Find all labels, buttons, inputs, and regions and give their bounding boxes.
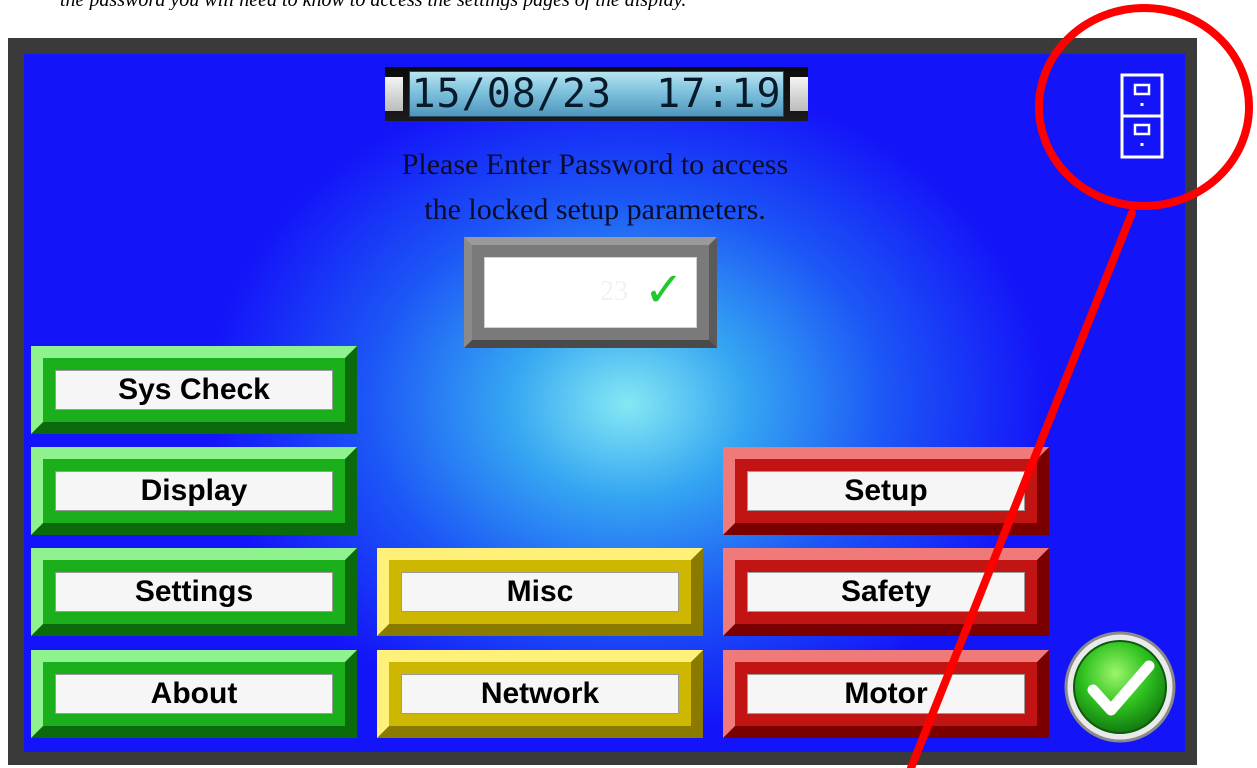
clock-face: 15/08/23 17:19	[409, 71, 784, 117]
sys-check-label: Sys Check	[55, 370, 333, 410]
cabinet-drawer-icon[interactable]	[1120, 73, 1164, 159]
password-prompt: Please Enter Password to access the lock…	[300, 142, 890, 232]
setup-button[interactable]: Setup	[723, 447, 1049, 535]
date-text: 15/08/23	[411, 71, 613, 117]
prompt-line-1: Please Enter Password to access	[401, 148, 789, 181]
settings-button[interactable]: Settings	[31, 548, 357, 636]
ok-checkmark-button[interactable]	[1063, 630, 1177, 744]
prompt-line-2: the locked setup parameters.	[424, 193, 766, 226]
safety-label: Safety	[747, 572, 1025, 612]
password-entry-frame[interactable]: 23 ✓	[464, 237, 717, 348]
password-input[interactable]: 23 ✓	[484, 257, 697, 328]
document-caption: the password you will need to know to ac…	[60, 0, 760, 10]
checkmark-icon: ✓	[643, 262, 684, 318]
time-text: 17:19	[656, 71, 782, 117]
safety-button[interactable]: Safety	[723, 548, 1049, 636]
datetime-display: 15/08/23 17:19	[385, 67, 808, 121]
network-button[interactable]: Network	[377, 650, 703, 738]
sys-check-button[interactable]: Sys Check	[31, 346, 357, 434]
display-button[interactable]: Display	[31, 447, 357, 535]
clock-right-cap	[790, 77, 808, 111]
about-button[interactable]: About	[31, 650, 357, 738]
about-label: About	[55, 674, 333, 714]
misc-button[interactable]: Misc	[377, 548, 703, 636]
misc-label: Misc	[401, 572, 679, 612]
motor-label: Motor	[747, 674, 1025, 714]
display-label: Display	[55, 471, 333, 511]
motor-button[interactable]: Motor	[723, 650, 1049, 738]
settings-label: Settings	[55, 572, 333, 612]
setup-label: Setup	[747, 471, 1025, 511]
password-faint-text: 23	[600, 276, 628, 307]
network-label: Network	[401, 674, 679, 714]
